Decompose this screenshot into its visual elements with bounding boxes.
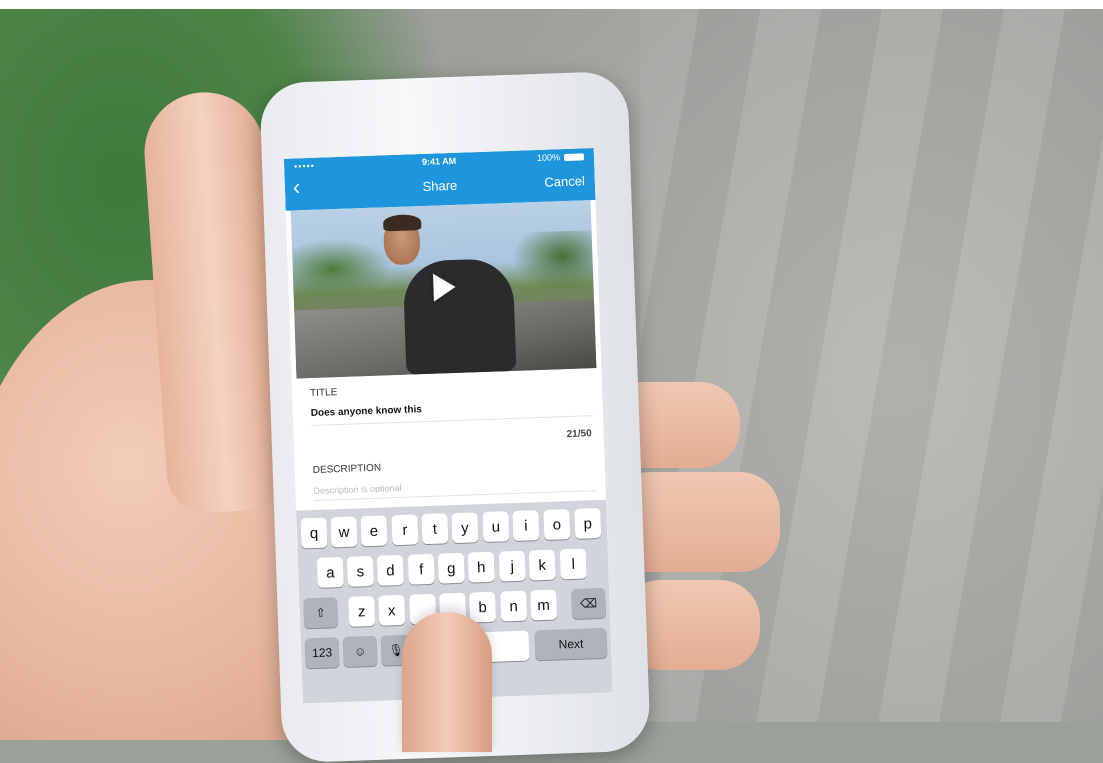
key-z[interactable]: z	[348, 595, 376, 627]
key-s[interactable]: s	[346, 555, 374, 587]
title-label: TITLE	[309, 387, 338, 400]
key-k[interactable]: k	[528, 549, 556, 581]
keyboard-row-1: q w e r t y u i o p	[296, 507, 607, 549]
title-input[interactable]: Does anyone know this	[311, 404, 422, 419]
battery-percent: 100%	[536, 152, 561, 163]
shift-icon[interactable]: ⇧	[303, 597, 339, 629]
numbers-key[interactable]: 123	[304, 637, 340, 669]
key-d[interactable]: d	[376, 554, 404, 586]
emoji-icon[interactable]: ☺	[342, 635, 378, 668]
key-p[interactable]: p	[574, 507, 602, 539]
keyboard-row-2: a s d f g h j k l	[298, 548, 609, 589]
key-y[interactable]: y	[451, 512, 479, 544]
video-person	[402, 257, 517, 375]
key-j[interactable]: j	[498, 550, 526, 582]
status-bar: ••••• 9:41 AM 100%	[284, 151, 594, 176]
key-m[interactable]: m	[530, 589, 558, 621]
key-n[interactable]: n	[500, 590, 528, 622]
battery-icon	[563, 153, 585, 162]
key-e[interactable]: e	[360, 515, 388, 547]
next-key[interactable]: Next	[534, 627, 608, 661]
key-a[interactable]: a	[316, 557, 344, 588]
play-icon[interactable]	[432, 272, 456, 302]
description-label: DESCRIPTION	[312, 462, 382, 476]
top-border	[0, 0, 1103, 9]
character-counter: 21/50	[566, 428, 592, 441]
key-l[interactable]: l	[559, 548, 587, 580]
key-h[interactable]: h	[467, 551, 495, 583]
key-f[interactable]: f	[407, 553, 435, 585]
video-thumbnail[interactable]	[290, 200, 597, 379]
video-person-hair	[382, 214, 422, 232]
key-q[interactable]: q	[300, 517, 328, 549]
key-r[interactable]: r	[391, 514, 419, 546]
key-w[interactable]: w	[330, 516, 358, 548]
key-u[interactable]: u	[482, 511, 510, 543]
key-t[interactable]: t	[421, 513, 449, 545]
key-i[interactable]: i	[512, 510, 540, 542]
tapping-finger	[402, 612, 492, 752]
key-o[interactable]: o	[543, 509, 571, 540]
key-g[interactable]: g	[437, 552, 465, 584]
key-b[interactable]: b	[469, 591, 497, 623]
delete-icon[interactable]: ⌫	[571, 587, 607, 620]
key-x[interactable]: x	[378, 594, 406, 626]
cancel-button[interactable]: Cancel	[544, 173, 585, 189]
